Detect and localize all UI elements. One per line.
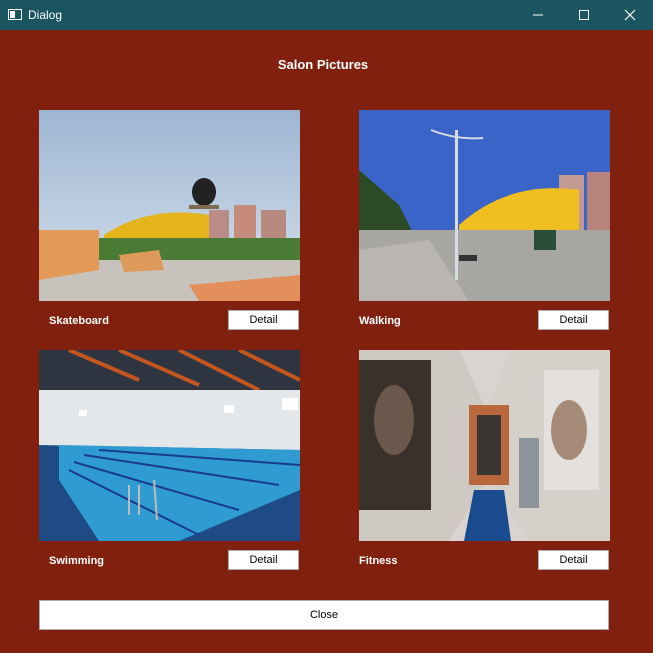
swimming-image <box>39 350 300 541</box>
close-icon <box>624 9 636 21</box>
detail-button-swimming[interactable]: Detail <box>228 550 299 570</box>
maximize-button[interactable] <box>561 0 607 30</box>
card-label-fitness: Fitness <box>359 555 398 567</box>
detail-button-skateboard[interactable]: Detail <box>228 310 299 330</box>
dialog-heading: Salon Pictures <box>277 57 369 72</box>
skateboard-image <box>39 110 300 301</box>
fitness-image <box>359 350 610 541</box>
walking-image <box>359 110 610 301</box>
maximize-icon <box>579 10 589 20</box>
close-window-button[interactable] <box>607 0 653 30</box>
card-label-swimming: Swimming <box>49 555 105 567</box>
close-button[interactable]: Close <box>39 600 609 630</box>
detail-button-walking[interactable]: Detail <box>538 310 609 330</box>
app-window-icon <box>8 9 22 20</box>
card-label-skateboard: Skateboard <box>49 315 109 327</box>
window-title: Dialog <box>28 8 63 22</box>
card-label-walking: Walking <box>359 315 401 327</box>
detail-button-fitness[interactable]: Detail <box>538 550 609 570</box>
window-titlebar[interactable]: Dialog <box>0 0 653 30</box>
minimize-icon <box>533 14 543 16</box>
minimize-button[interactable] <box>515 0 561 30</box>
